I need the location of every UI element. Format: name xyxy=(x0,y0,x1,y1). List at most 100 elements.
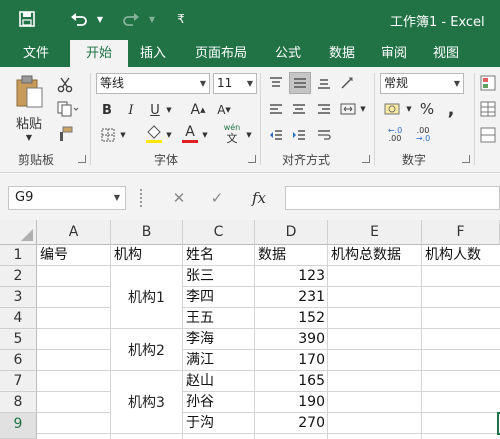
cell-c1[interactable]: 姓名 xyxy=(186,245,214,266)
cell-f1[interactable]: 机构人数 xyxy=(425,245,481,266)
tab-formulas[interactable]: 公式 xyxy=(266,40,310,67)
align-center-icon[interactable] xyxy=(289,99,309,119)
conditional-format-icon[interactable] xyxy=(478,73,498,93)
paste-dropdown-icon[interactable]: ▼ xyxy=(18,131,40,143)
align-right-icon[interactable] xyxy=(314,99,334,119)
merge-dropdown-icon[interactable]: ▼ xyxy=(358,99,368,119)
confirm-entry-button[interactable]: ✓ xyxy=(206,188,228,208)
tab-review[interactable]: 审阅 xyxy=(372,40,416,67)
row-header-5[interactable]: 5 xyxy=(0,329,37,350)
cell-d3[interactable]: 231 xyxy=(256,287,325,308)
cell-e1[interactable]: 机构总数据 xyxy=(331,245,401,266)
tab-file[interactable]: 文件 xyxy=(10,40,62,67)
undo-dropdown-icon[interactable]: ▼ xyxy=(94,8,106,30)
cell-c8[interactable]: 孙谷 xyxy=(186,392,214,413)
column-header-b[interactable]: B xyxy=(111,220,183,245)
bottom-align-icon[interactable] xyxy=(314,73,334,93)
number-format-select[interactable]: 常规 ▼ xyxy=(380,73,464,94)
underline-button[interactable]: U xyxy=(146,100,164,120)
cell-c7[interactable]: 赵山 xyxy=(186,371,214,392)
format-as-table-icon[interactable] xyxy=(478,99,498,119)
percent-style-button[interactable]: % xyxy=(418,99,436,119)
tab-home[interactable]: 开始 xyxy=(70,40,128,67)
column-header-c[interactable]: C xyxy=(183,220,255,245)
tab-data[interactable]: 数据 xyxy=(320,40,364,67)
wrap-text-icon[interactable] xyxy=(314,125,334,145)
cell-d6[interactable]: 170 xyxy=(256,350,325,371)
paste-button[interactable]: 粘贴 xyxy=(10,113,48,132)
save-icon[interactable] xyxy=(14,8,40,30)
cell-d2[interactable]: 123 xyxy=(256,266,325,287)
fill-color-dropdown-icon[interactable]: ▼ xyxy=(164,125,174,145)
cell-c3[interactable]: 李四 xyxy=(186,287,214,308)
align-left-icon[interactable] xyxy=(266,99,286,119)
accounting-format-icon[interactable] xyxy=(382,99,404,119)
increase-indent-icon[interactable] xyxy=(289,125,309,145)
cell-styles-icon[interactable] xyxy=(478,125,498,145)
row-header-9[interactable]: 9 xyxy=(0,413,37,439)
tab-view[interactable]: 视图 xyxy=(424,40,468,67)
borders-dropdown-icon[interactable]: ▼ xyxy=(118,125,128,145)
cell-a1[interactable]: 编号 xyxy=(40,245,68,266)
cell-c2[interactable]: 张三 xyxy=(186,266,214,287)
select-all-corner[interactable] xyxy=(0,220,37,245)
font-color-icon[interactable]: A xyxy=(180,123,200,145)
row-header-4[interactable]: 4 xyxy=(0,308,37,329)
insert-function-button[interactable]: fx xyxy=(244,188,274,208)
row-header-2[interactable]: 2 xyxy=(0,266,37,287)
row-header-8[interactable]: 8 xyxy=(0,392,37,413)
number-launcher-icon[interactable] xyxy=(462,155,470,163)
cell-d4[interactable]: 152 xyxy=(256,308,325,329)
cell-c6[interactable]: 满江 xyxy=(186,350,214,371)
column-header-f[interactable]: F xyxy=(422,220,500,245)
italic-button[interactable]: I xyxy=(122,100,140,120)
clipboard-launcher-icon[interactable] xyxy=(78,155,86,163)
shrink-font-button[interactable]: A ▼ xyxy=(214,100,234,120)
column-header-d[interactable]: D xyxy=(255,220,328,245)
redo-dropdown-icon[interactable]: ▼ xyxy=(146,8,158,30)
row-header-7[interactable]: 7 xyxy=(0,371,37,392)
cell-d9[interactable]: 270 xyxy=(256,413,325,434)
underline-dropdown-icon[interactable]: ▼ xyxy=(164,100,174,120)
row-header-1[interactable]: 1 xyxy=(0,245,37,266)
decrease-decimal-icon[interactable]: .00 →.0 xyxy=(412,125,434,145)
middle-align-icon[interactable] xyxy=(289,72,311,94)
merge-center-icon[interactable] xyxy=(338,99,358,119)
accounting-dropdown-icon[interactable]: ▼ xyxy=(404,99,414,119)
merged-cell-b7-b9[interactable]: 机构3 xyxy=(111,371,182,433)
phonetic-guide-icon[interactable]: wén 文 xyxy=(220,122,244,146)
font-launcher-icon[interactable] xyxy=(248,155,256,163)
paste-icon[interactable] xyxy=(12,73,46,111)
format-painter-icon[interactable] xyxy=(54,123,76,145)
comma-style-button[interactable]: , xyxy=(442,99,460,120)
decrease-indent-icon[interactable] xyxy=(266,125,286,145)
formula-input[interactable] xyxy=(285,186,500,210)
orientation-icon[interactable] xyxy=(338,73,358,93)
phonetic-dropdown-icon[interactable]: ▼ xyxy=(244,125,254,145)
font-name-select[interactable]: 等线 ▼ xyxy=(96,73,210,94)
cell-d8[interactable]: 190 xyxy=(256,392,325,413)
font-color-dropdown-icon[interactable]: ▼ xyxy=(200,125,210,145)
fill-color-icon[interactable] xyxy=(144,123,164,145)
cell-c4[interactable]: 王五 xyxy=(186,308,214,329)
merged-cell-b5-b6[interactable]: 机构2 xyxy=(111,329,182,370)
increase-decimal-icon[interactable]: ←.0.00 xyxy=(384,125,406,145)
tab-page-layout[interactable]: 页面布局 xyxy=(184,40,258,67)
row-header-3[interactable]: 3 xyxy=(0,287,37,308)
top-align-icon[interactable] xyxy=(266,73,286,93)
grow-font-button[interactable]: A ▲ xyxy=(188,100,208,120)
borders-icon[interactable] xyxy=(98,125,118,145)
copy-icon[interactable] xyxy=(54,98,82,120)
cell-b1[interactable]: 机构 xyxy=(114,245,142,266)
bold-button[interactable]: B xyxy=(98,100,116,120)
cell-d1[interactable]: 数据 xyxy=(258,245,286,266)
column-header-a[interactable]: A xyxy=(37,220,111,245)
tab-insert[interactable]: 插入 xyxy=(130,40,176,67)
cell-c9[interactable]: 于沟 xyxy=(186,413,214,434)
customize-qat-icon[interactable]: ₹ xyxy=(172,8,190,30)
cell-d7[interactable]: 165 xyxy=(256,371,325,392)
cell-d5[interactable]: 390 xyxy=(256,329,325,350)
name-box[interactable]: G9 ▼ xyxy=(8,186,126,210)
row-header-6[interactable]: 6 xyxy=(0,350,37,371)
alignment-launcher-icon[interactable] xyxy=(362,155,370,163)
